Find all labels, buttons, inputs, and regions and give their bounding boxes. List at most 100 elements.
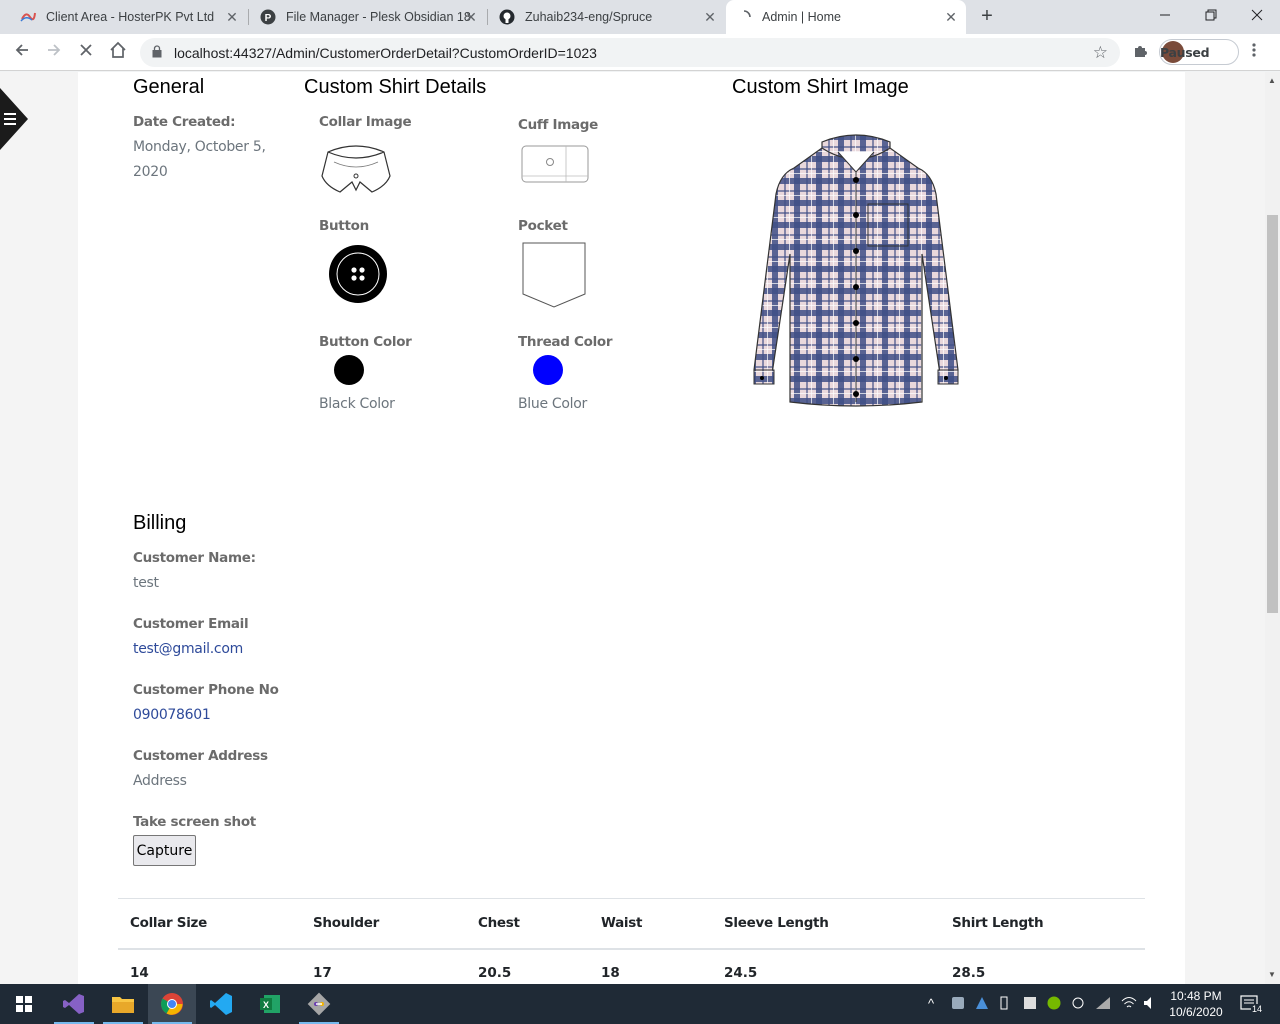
hamburger-icon (4, 113, 16, 125)
tab-separator (248, 9, 249, 25)
bookmark-star-icon[interactable]: ☆ (1093, 43, 1108, 63)
thread-color-label: Thread Color (518, 334, 613, 350)
tray-app-icon[interactable] (951, 996, 965, 1013)
git-icon[interactable] (295, 984, 343, 1024)
clock-date: 10/6/2020 (1169, 1005, 1223, 1019)
show-hidden-icons-chevron-icon[interactable]: ^ (928, 996, 934, 1011)
clock-time: 10:48 PM (1170, 989, 1222, 1003)
button-color-swatch (334, 355, 364, 390)
windows-taskbar: X ^ 10:48 PM 10/6/2020 14 (0, 984, 1280, 1024)
th-collar-size: Collar Size (130, 915, 207, 931)
customer-phone-value[interactable]: 090078601 (133, 703, 211, 728)
menu-kebab-icon[interactable] (1252, 42, 1256, 63)
close-tab-icon[interactable]: ✕ (464, 10, 478, 24)
excel-icon[interactable]: X (246, 984, 294, 1024)
tab-title: File Manager - Plesk Obsidian 18 (286, 10, 471, 24)
plesk-favicon-icon: P (260, 9, 276, 25)
tab-separator (487, 9, 488, 25)
customer-email-label: Customer Email (133, 616, 249, 632)
url-text: localhost:44327/Admin/CustomerOrderDetai… (174, 45, 597, 61)
address-bar[interactable]: localhost:44327/Admin/CustomerOrderDetai… (140, 38, 1120, 67)
custom-shirt-details-heading: Custom Shirt Details (304, 76, 487, 98)
github-favicon-icon (499, 9, 515, 25)
tab-title: Client Area - HosterPK Pvt Ltd (46, 10, 215, 24)
page-viewport: General Date Created: Monday, October 5,… (0, 72, 1265, 984)
tab-admin-home[interactable]: Admin | Home ✕ (726, 0, 966, 34)
new-tab-button[interactable]: + (977, 6, 997, 26)
button-image (328, 244, 388, 309)
thread-color-value: Blue Color (518, 396, 587, 412)
tab-github-spruce[interactable]: Zuhaib234-eng/Spruce ✕ (489, 0, 725, 34)
th-chest: Chest (478, 915, 520, 931)
page-scrollbar[interactable]: ▲ ▼ (1265, 72, 1280, 984)
link-icon[interactable] (1071, 996, 1085, 1013)
close-tab-icon[interactable]: ✕ (944, 10, 958, 24)
custom-shirt-image-heading: Custom Shirt Image (732, 76, 909, 98)
button-color-value: Black Color (319, 396, 395, 412)
cuff-image-label: Cuff Image (518, 117, 598, 133)
capture-button[interactable]: Capture (133, 835, 196, 866)
tab-client-area[interactable]: Client Area - HosterPK Pvt Ltd ✕ (12, 0, 247, 34)
scrollbar-thumb[interactable] (1267, 215, 1278, 613)
billing-heading: Billing (133, 512, 187, 534)
vscode-icon[interactable] (197, 984, 245, 1024)
utorrent-icon[interactable] (1047, 996, 1061, 1013)
loading-spinner-icon (736, 9, 752, 25)
pocket-image (522, 242, 586, 313)
scroll-up-arrow-icon[interactable]: ▲ (1268, 76, 1276, 85)
taskbar-clock[interactable]: 10:48 PM 10/6/2020 (1160, 988, 1232, 1020)
extensions-puzzle-icon[interactable] (1132, 43, 1148, 64)
chrome-icon[interactable] (148, 984, 196, 1024)
collar-image (320, 142, 392, 201)
date-created-value-line1: Monday, October 5, (133, 139, 266, 155)
date-created-value-line2: 2020 (133, 164, 168, 180)
wifi-icon[interactable] (1121, 996, 1137, 1013)
volume-icon[interactable] (1143, 996, 1157, 1013)
td-shirt-length: 28.5 (952, 965, 986, 981)
stop-loading-icon[interactable] (75, 41, 97, 63)
th-shirt-length: Shirt Length (952, 915, 1044, 931)
visual-studio-icon[interactable] (50, 984, 98, 1024)
svg-text:P: P (265, 13, 272, 24)
tab-title: Admin | Home (762, 10, 841, 24)
windows-start-icon[interactable] (0, 984, 48, 1024)
customer-email-value[interactable]: test@gmail.com (133, 637, 243, 662)
browser-toolbar: localhost:44327/Admin/CustomerOrderDetai… (0, 34, 1280, 71)
profile-button[interactable]: Paused (1159, 39, 1239, 65)
home-icon[interactable] (107, 41, 129, 63)
thread-color-swatch (533, 355, 563, 390)
close-tab-icon[interactable]: ✕ (225, 10, 239, 24)
custom-shirt-image (750, 134, 962, 414)
close-tab-icon[interactable]: ✕ (703, 10, 717, 24)
th-shoulder: Shoulder (313, 915, 379, 931)
browser-tab-bar: Client Area - HosterPK Pvt Ltd ✕ P File … (0, 0, 1280, 34)
network-icon[interactable] (1095, 996, 1111, 1013)
file-explorer-icon[interactable] (99, 984, 147, 1024)
usb-icon[interactable] (999, 996, 1009, 1013)
th-sleeve-length: Sleeve Length (724, 915, 829, 931)
customer-phone-label: Customer Phone No (133, 682, 279, 698)
sidebar-toggle-button[interactable] (0, 88, 28, 150)
security-icon[interactable] (1023, 996, 1037, 1013)
notification-count-badge: 14 (1251, 1004, 1264, 1014)
back-arrow-icon[interactable] (11, 41, 33, 63)
scroll-down-arrow-icon[interactable]: ▼ (1268, 970, 1276, 979)
forward-arrow-icon[interactable] (43, 41, 65, 63)
tray-a-icon[interactable] (975, 996, 989, 1013)
order-detail-card: General Date Created: Monday, October 5,… (78, 72, 1185, 984)
table-top-border (118, 898, 1145, 899)
close-window-icon[interactable] (1247, 6, 1267, 26)
hosterpk-favicon-icon (20, 9, 36, 25)
table-header-border (118, 948, 1145, 950)
action-center-icon[interactable]: 14 (1240, 994, 1264, 1014)
td-shoulder: 17 (313, 965, 332, 981)
lock-icon (152, 45, 162, 58)
take-screenshot-label: Take screen shot (133, 814, 256, 830)
minimize-icon[interactable] (1155, 6, 1175, 26)
svg-text:X: X (263, 1000, 269, 1010)
tab-file-manager[interactable]: P File Manager - Plesk Obsidian 18 ✕ (250, 0, 486, 34)
customer-name-label: Customer Name: (133, 550, 256, 566)
restore-icon[interactable] (1201, 6, 1221, 26)
cuff-image (520, 142, 590, 193)
collar-image-label: Collar Image (319, 114, 412, 130)
